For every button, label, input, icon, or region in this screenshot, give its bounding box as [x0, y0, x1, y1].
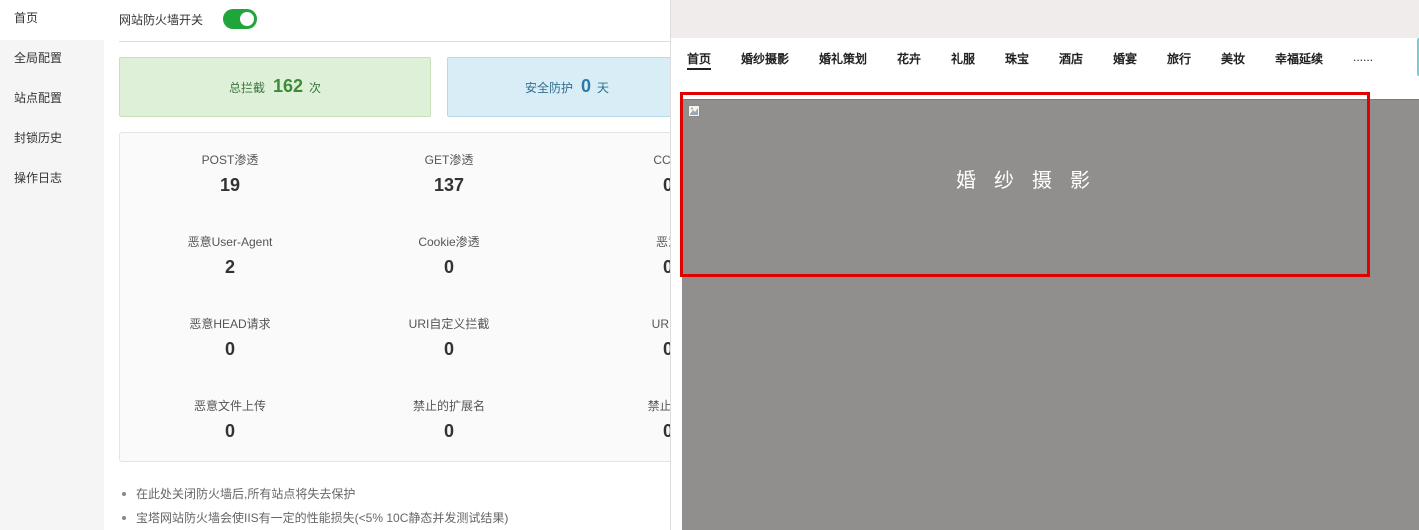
- stat-value: 2: [224, 257, 235, 277]
- nav-item-wedding-planning[interactable]: 婚礼策划: [819, 50, 867, 67]
- website-preview-panel: 首页 婚纱摄影 婚礼策划 花卉 礼服 珠宝 酒店 婚宴 旅行 美妆 幸福延续 .…: [670, 0, 1419, 530]
- sidebar-item-operation-log[interactable]: 操作日志: [0, 160, 104, 200]
- stat-value: 0: [443, 339, 454, 359]
- nav-item-jewelry[interactable]: 珠宝: [1005, 50, 1029, 67]
- nav-item-home[interactable]: 首页: [687, 50, 712, 70]
- stat-forbidden-php: 禁止PH 0: [558, 397, 670, 442]
- stat-label: 恶意: [655, 235, 670, 249]
- stat-value: 0: [443, 421, 454, 441]
- site-nav: 首页 婚纱摄影 婚礼策划 花卉 礼服 珠宝 酒店 婚宴 旅行 美妆 幸福延续 .…: [671, 38, 1419, 79]
- nav-item-dress[interactable]: 礼服: [951, 50, 975, 67]
- sidebar-item-global-config[interactable]: 全局配置: [0, 40, 104, 80]
- stat-label: Cookie渗透: [418, 235, 480, 249]
- stat-uri-custom: URI自定义拦截 0: [339, 315, 559, 360]
- firewall-toggle-switch[interactable]: [223, 9, 258, 29]
- nav-item-travel[interactable]: 旅行: [1167, 50, 1191, 67]
- nav-item-flowers[interactable]: 花卉: [897, 50, 921, 67]
- nav-item-more[interactable]: ......: [1353, 50, 1373, 64]
- stat-cc: CC攻 0: [558, 151, 670, 196]
- stat-label: 禁止PH: [647, 399, 670, 413]
- protection-days-value: 0: [580, 75, 591, 96]
- stat-forbidden-ext: 禁止的扩展名 0: [339, 397, 559, 442]
- total-blocked-unit: 次: [309, 80, 322, 95]
- stat-label: 恶意文件上传: [193, 399, 266, 413]
- stat-label: GET渗透: [424, 153, 474, 167]
- nav-item-hotel[interactable]: 酒店: [1059, 50, 1083, 67]
- stat-value: 0: [662, 257, 670, 277]
- stat-value: 0: [443, 257, 454, 277]
- stat-label: URI自定义拦截: [408, 317, 490, 331]
- stat-post: POST渗透 19: [120, 151, 340, 196]
- stat-uri-protect: URI保 0: [558, 315, 670, 360]
- stat-cookie: Cookie渗透 0: [339, 233, 559, 278]
- total-blocked-card: 总拦截 162 次: [119, 57, 431, 117]
- note-item: 在此处关闭防火墙后,所有站点将失去保护: [120, 486, 508, 510]
- sidebar: 首页 全局配置 站点配置 封锁历史 操作日志: [0, 0, 104, 530]
- sidebar-item-site-config[interactable]: 站点配置: [0, 80, 104, 120]
- broken-image-icon: [688, 105, 700, 117]
- protection-days-label: 安全防护: [524, 80, 573, 95]
- stat-value: 0: [224, 421, 235, 441]
- nav-item-makeup[interactable]: 美妆: [1221, 50, 1245, 67]
- stat-value: 0: [662, 175, 670, 195]
- nav-item-banquet[interactable]: 婚宴: [1113, 50, 1137, 67]
- stat-user-agent: 恶意User-Agent 2: [120, 233, 340, 278]
- firewall-toggle-row: 网站防火墙开关: [119, 9, 258, 29]
- total-blocked-label: 总拦截: [228, 80, 265, 95]
- banner-title: 婚纱摄影: [956, 168, 1108, 192]
- stat-label: POST渗透: [201, 153, 259, 167]
- stat-malicious: 恶意 0: [558, 233, 670, 278]
- divider: [119, 41, 670, 42]
- banner-area: 婚纱摄影: [682, 99, 1419, 530]
- preview-topbar: [671, 0, 1419, 38]
- sidebar-item-block-history[interactable]: 封锁历史: [0, 120, 104, 160]
- sidebar-item-home[interactable]: 首页: [0, 0, 104, 40]
- stat-get: GET渗透 137: [339, 151, 559, 196]
- stat-value: 0: [662, 339, 670, 359]
- nav-item-wedding-photo[interactable]: 婚纱摄影: [741, 50, 789, 67]
- notes-list: 在此处关闭防火墙后,所有站点将失去保护 宝塔网站防火墙会使IIS有一定的性能损失…: [120, 486, 508, 530]
- stat-head: 恶意HEAD请求 0: [120, 315, 340, 360]
- total-blocked-value: 162: [272, 75, 304, 96]
- stat-value: 0: [662, 421, 670, 441]
- stat-label: CC攻: [653, 153, 670, 167]
- stat-value: 19: [219, 175, 241, 195]
- main-panel: 网站防火墙开关 总拦截 162 次 安全防护 0 天 POST渗透 19 GET…: [104, 0, 670, 530]
- stat-file-upload: 恶意文件上传 0: [120, 397, 340, 442]
- stat-label: 恶意HEAD请求: [189, 317, 271, 331]
- protection-days-card: 安全防护 0 天: [447, 57, 670, 117]
- attack-stats-panel: POST渗透 19 GET渗透 137 CC攻 0 恶意User-Agent 2…: [119, 132, 670, 462]
- nav-item-happiness[interactable]: 幸福延续: [1275, 50, 1323, 67]
- firewall-toggle-label: 网站防火墙开关: [119, 12, 204, 27]
- stat-label: 禁止的扩展名: [412, 399, 485, 413]
- protection-days-unit: 天: [597, 80, 610, 95]
- note-item: 宝塔网站防火墙会使IIS有一定的性能损失(<5% 10C静态并发测试结果): [120, 510, 508, 530]
- stat-label: URI保: [651, 317, 670, 331]
- stat-label: 恶意User-Agent: [187, 235, 273, 249]
- stat-value: 0: [224, 339, 235, 359]
- stat-value: 137: [433, 175, 465, 195]
